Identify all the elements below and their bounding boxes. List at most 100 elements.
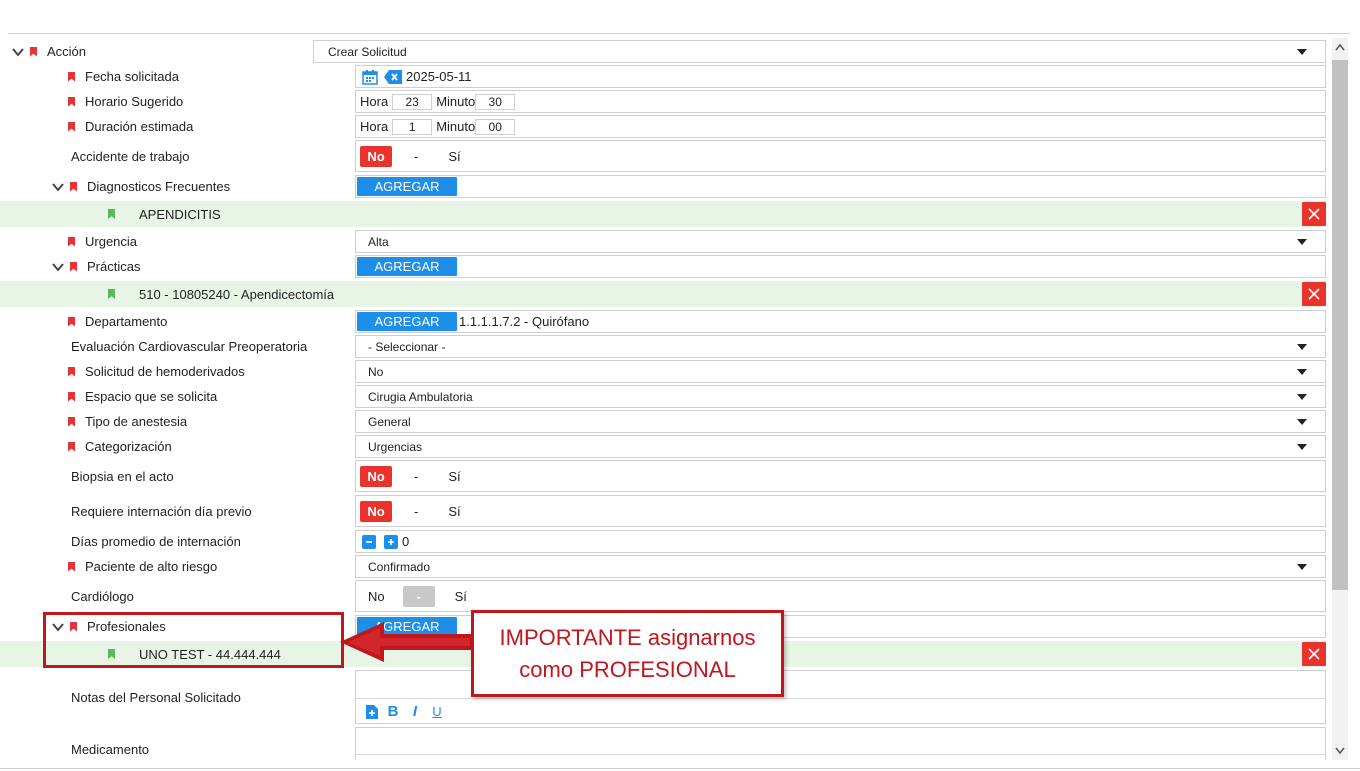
fecha-field[interactable]: 2025-05-11 [355, 65, 1326, 88]
biopsia-row: Biopsia en el acto No - Sí [0, 460, 1330, 492]
cardiologo-row: Cardiólogo No - Sí [0, 580, 1330, 612]
categorizacion-label: Categorización [85, 439, 172, 454]
accion-row: Acción Crear Solicitud [0, 40, 1330, 63]
accion-label: Acción [47, 44, 87, 59]
dias-internacion-stepper: 0 [355, 530, 1326, 553]
hemoderivados-select[interactable]: No [355, 360, 1326, 383]
categorizacion-select[interactable]: Urgencias [355, 435, 1326, 458]
si-option[interactable]: Sí [455, 589, 467, 604]
minuto-label: Minuto [436, 119, 476, 134]
bookmark-icon [108, 289, 115, 299]
si-option[interactable]: Sí [448, 149, 460, 164]
underline-icon[interactable]: U [430, 704, 444, 719]
dropdown-arrow-icon [1297, 418, 1307, 425]
calendar-icon[interactable] [362, 69, 378, 85]
required-bookmark-icon [68, 71, 75, 82]
evaluacion-select[interactable]: - Seleccionar - [355, 335, 1326, 358]
neutral-button[interactable]: - [402, 585, 435, 607]
dropdown-arrow-icon [1297, 368, 1307, 375]
close-icon [1308, 648, 1320, 660]
evaluacion-label: Evaluación Cardiovascular Preoperatoria [71, 339, 308, 354]
espacio-row: Espacio que se solicita Cirugia Ambulato… [0, 385, 1330, 408]
fecha-label: Fecha solicitada [85, 69, 179, 84]
minus-icon[interactable] [362, 534, 376, 549]
agregar-departamento-button[interactable]: AGREGAR [357, 312, 457, 331]
departamento-row: Departamento AGREGAR 1.1.1.1.7.2 - Quiró… [0, 310, 1330, 333]
dropdown-arrow-icon [1297, 443, 1307, 450]
anestesia-select[interactable]: General [355, 410, 1326, 433]
medicamento-editor[interactable] [355, 727, 1326, 760]
practicas-row: Prácticas AGREGAR [0, 255, 1330, 278]
close-icon [1308, 208, 1320, 220]
remove-practica-button[interactable] [1302, 282, 1326, 306]
dias-internacion-value: 0 [402, 534, 410, 549]
agregar-diagnostico-button[interactable]: AGREGAR [357, 177, 457, 196]
plus-icon[interactable] [384, 534, 398, 549]
remove-profesional-button[interactable] [1302, 642, 1326, 666]
hemoderivados-label: Solicitud de hemoderivados [85, 364, 245, 379]
insert-icon[interactable] [364, 704, 378, 719]
hora-label: Hora [360, 119, 389, 134]
bottom-divider [0, 768, 1360, 769]
list-item: 510 - 10805240 - Apendicectomía [0, 281, 1326, 307]
chevron-down-icon[interactable] [52, 261, 64, 273]
dropdown-arrow-icon [1297, 48, 1307, 55]
bookmark-icon [108, 209, 115, 219]
urgencia-label: Urgencia [85, 234, 138, 249]
horario-row: Horario Sugerido Hora 23 Minuto 30 [0, 90, 1330, 113]
scrollbar-thumb[interactable] [1332, 60, 1348, 590]
alto-riesgo-select[interactable]: Confirmado [355, 555, 1326, 578]
internacion-previo-row: Requiere internación día previo No - Sí [0, 495, 1330, 527]
no-option[interactable]: No [368, 589, 385, 604]
no-button[interactable]: No [360, 145, 392, 167]
diagnosticos-row: Diagnosticos Frecuentes AGREGAR [0, 175, 1330, 198]
practicas-label: Prácticas [87, 259, 141, 274]
required-bookmark-icon [68, 96, 75, 107]
scroll-down-icon[interactable] [1332, 742, 1348, 760]
required-bookmark-icon [68, 366, 75, 377]
list-item: APENDICITIS [0, 201, 1326, 227]
required-bookmark-icon [70, 181, 77, 192]
italic-icon[interactable]: I [408, 703, 422, 720]
biopsia-label: Biopsia en el acto [71, 468, 174, 484]
bold-icon[interactable]: B [386, 703, 400, 720]
clear-date-icon[interactable] [384, 69, 402, 84]
notas-label: Notas del Personal Solicitado [71, 689, 241, 705]
scroll-up-icon[interactable] [1332, 38, 1348, 56]
cardiologo-label: Cardiólogo [71, 588, 134, 604]
minuto-input[interactable]: 30 [475, 93, 516, 110]
accidente-label: Accidente de trabajo [71, 148, 190, 164]
dropdown-arrow-icon [1297, 393, 1307, 400]
si-option[interactable]: Sí [448, 504, 460, 519]
no-button[interactable]: No [360, 500, 392, 522]
top-divider [8, 33, 1350, 34]
espacio-select[interactable]: Cirugia Ambulatoria [355, 385, 1326, 408]
urgencia-select[interactable]: Alta [355, 230, 1326, 253]
dias-internacion-label: Días promedio de internación [71, 534, 241, 549]
vertical-scrollbar[interactable] [1332, 38, 1348, 760]
horario-field: Hora 23 Minuto 30 [355, 90, 1326, 113]
anestesia-row: Tipo de anestesia General [0, 410, 1330, 433]
accion-select[interactable]: Crear Solicitud [313, 40, 1326, 63]
editor-toolbar [356, 754, 1325, 760]
chevron-down-icon[interactable] [52, 181, 64, 193]
minuto-input[interactable]: 00 [475, 118, 516, 135]
hora-input[interactable]: 23 [392, 93, 433, 110]
chevron-down-icon[interactable] [12, 46, 24, 58]
required-bookmark-icon [30, 46, 37, 57]
si-option[interactable]: Sí [448, 469, 460, 484]
hemoderivados-row: Solicitud de hemoderivados No [0, 360, 1330, 383]
dropdown-arrow-icon [1297, 238, 1307, 245]
dropdown-arrow-icon [1297, 563, 1307, 570]
remove-diagnostico-button[interactable] [1302, 202, 1326, 226]
departamento-value: 1.1.1.1.7.2 - Quirófano [459, 314, 590, 329]
hora-input[interactable]: 1 [392, 118, 433, 135]
no-button[interactable]: No [360, 465, 392, 487]
medicamento-row: Medicamento [0, 727, 1330, 760]
dropdown-arrow-icon [1297, 343, 1307, 350]
categorizacion-row: Categorización Urgencias [0, 435, 1330, 458]
annotation-callout: IMPORTANTE asignarnos como PROFESIONAL [471, 610, 784, 697]
agregar-practica-button[interactable]: AGREGAR [357, 257, 457, 276]
anestesia-label: Tipo de anestesia [85, 414, 188, 429]
fecha-value: 2025-05-11 [406, 69, 472, 84]
